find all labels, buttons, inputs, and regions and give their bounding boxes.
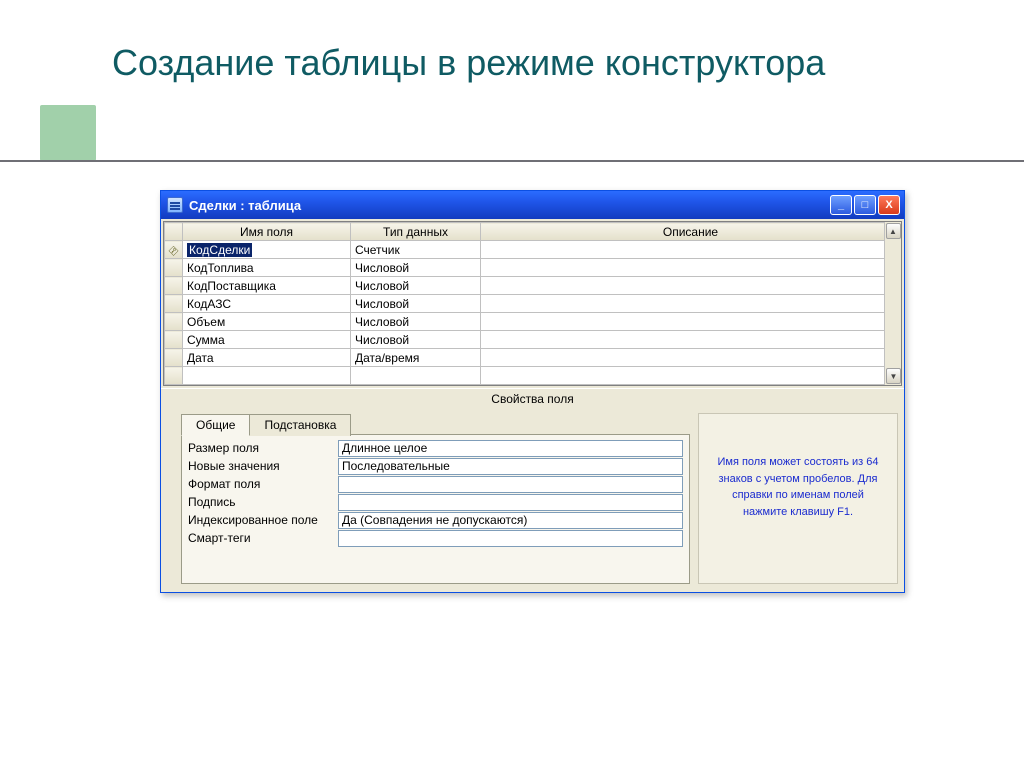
field-name-cell[interactable]: КодПоставщика (183, 277, 351, 295)
property-label: Смарт-теги (188, 531, 338, 545)
row-selector[interactable] (165, 295, 183, 313)
field-type-cell[interactable]: Счетчик (351, 241, 481, 259)
field-desc-cell[interactable] (481, 241, 901, 259)
primary-key-icon: ⚿ (166, 244, 179, 257)
properties-caption: Свойства поля (161, 388, 904, 409)
row-selector[interactable] (165, 367, 183, 385)
property-row: Размер поля (188, 439, 683, 457)
field-type-cell[interactable]: Числовой (351, 313, 481, 331)
property-row: Индексированное поле (188, 511, 683, 529)
row-selector[interactable] (165, 349, 183, 367)
row-selector[interactable]: ⚿ (165, 241, 183, 259)
field-desc-cell[interactable] (481, 313, 901, 331)
field-desc-cell[interactable] (481, 349, 901, 367)
table-row[interactable]: ОбъемЧисловой (165, 313, 901, 331)
header-selector[interactable] (165, 223, 183, 241)
field-name-cell[interactable]: КодАЗС (183, 295, 351, 313)
scroll-down-icon[interactable]: ▼ (886, 368, 901, 384)
field-name-cell[interactable]: Сумма (183, 331, 351, 349)
field-name-cell[interactable]: КодСделки (183, 241, 351, 259)
property-label: Размер поля (188, 441, 338, 455)
window-titlebar[interactable]: Сделки : таблица _ □ X (161, 191, 904, 219)
property-input[interactable] (338, 476, 683, 493)
field-type-cell[interactable]: Дата/время (351, 349, 481, 367)
table-row[interactable]: ⚿ КодСделкиСчетчик (165, 241, 901, 259)
table-row[interactable]: КодПоставщикаЧисловой (165, 277, 901, 295)
table-row[interactable]: КодТопливаЧисловой (165, 259, 901, 277)
header-description[interactable]: Описание (481, 223, 901, 241)
property-label: Формат поля (188, 477, 338, 491)
property-input[interactable] (338, 494, 683, 511)
field-desc-cell[interactable] (481, 259, 901, 277)
scroll-up-icon[interactable]: ▲ (886, 223, 901, 239)
minimize-button[interactable]: _ (830, 195, 852, 215)
property-label: Подпись (188, 495, 338, 509)
property-label: Индексированное поле (188, 513, 338, 527)
header-field-name[interactable]: Имя поля (183, 223, 351, 241)
property-input[interactable] (338, 512, 683, 529)
field-type-cell[interactable]: Числовой (351, 295, 481, 313)
field-name-cell[interactable] (183, 367, 351, 385)
field-type-cell[interactable]: Числовой (351, 331, 481, 349)
property-row: Смарт-теги (188, 529, 683, 547)
table-icon (167, 197, 183, 213)
property-input[interactable] (338, 458, 683, 475)
slide-title-underline (0, 160, 1024, 162)
row-selector[interactable] (165, 313, 183, 331)
table-row[interactable]: КодАЗСЧисловой (165, 295, 901, 313)
field-type-cell[interactable] (351, 367, 481, 385)
tab-general[interactable]: Общие (181, 414, 250, 436)
row-selector[interactable] (165, 259, 183, 277)
field-grid: Имя поля Тип данных Описание ⚿КодСделкиС… (163, 221, 902, 386)
property-row: Новые значения (188, 457, 683, 475)
property-input[interactable] (338, 530, 683, 547)
field-name-cell[interactable]: Дата (183, 349, 351, 367)
close-button[interactable]: X (878, 195, 900, 215)
properties-hint: Имя поля может состоять из 64 знаков с у… (698, 413, 898, 584)
field-desc-cell[interactable] (481, 295, 901, 313)
window-title: Сделки : таблица (189, 198, 301, 213)
property-label: Новые значения (188, 459, 338, 473)
field-type-cell[interactable]: Числовой (351, 277, 481, 295)
field-name-cell[interactable]: КодТоплива (183, 259, 351, 277)
table-row[interactable] (165, 367, 901, 385)
slide-title: Создание таблицы в режиме конструктора (112, 40, 1024, 85)
field-name-cell[interactable]: Объем (183, 313, 351, 331)
field-type-cell[interactable]: Числовой (351, 259, 481, 277)
table-row[interactable]: ДатаДата/время (165, 349, 901, 367)
slide-accent-square (40, 105, 96, 161)
property-input[interactable] (338, 440, 683, 457)
field-desc-cell[interactable] (481, 331, 901, 349)
properties-body: Размер поля Новые значения Формат поля Подп… (181, 434, 690, 584)
access-window: Сделки : таблица _ □ X Имя поля Тип данн… (160, 190, 905, 593)
row-selector[interactable] (165, 277, 183, 295)
row-selector[interactable] (165, 331, 183, 349)
header-field-type[interactable]: Тип данных (351, 223, 481, 241)
property-row: Подпись (188, 493, 683, 511)
field-desc-cell[interactable] (481, 367, 901, 385)
tab-lookup[interactable]: Подстановка (249, 414, 351, 436)
field-desc-cell[interactable] (481, 277, 901, 295)
maximize-button[interactable]: □ (854, 195, 876, 215)
table-row[interactable]: СуммаЧисловой (165, 331, 901, 349)
property-row: Формат поля (188, 475, 683, 493)
grid-scrollbar[interactable]: ▲ ▼ (884, 222, 901, 385)
